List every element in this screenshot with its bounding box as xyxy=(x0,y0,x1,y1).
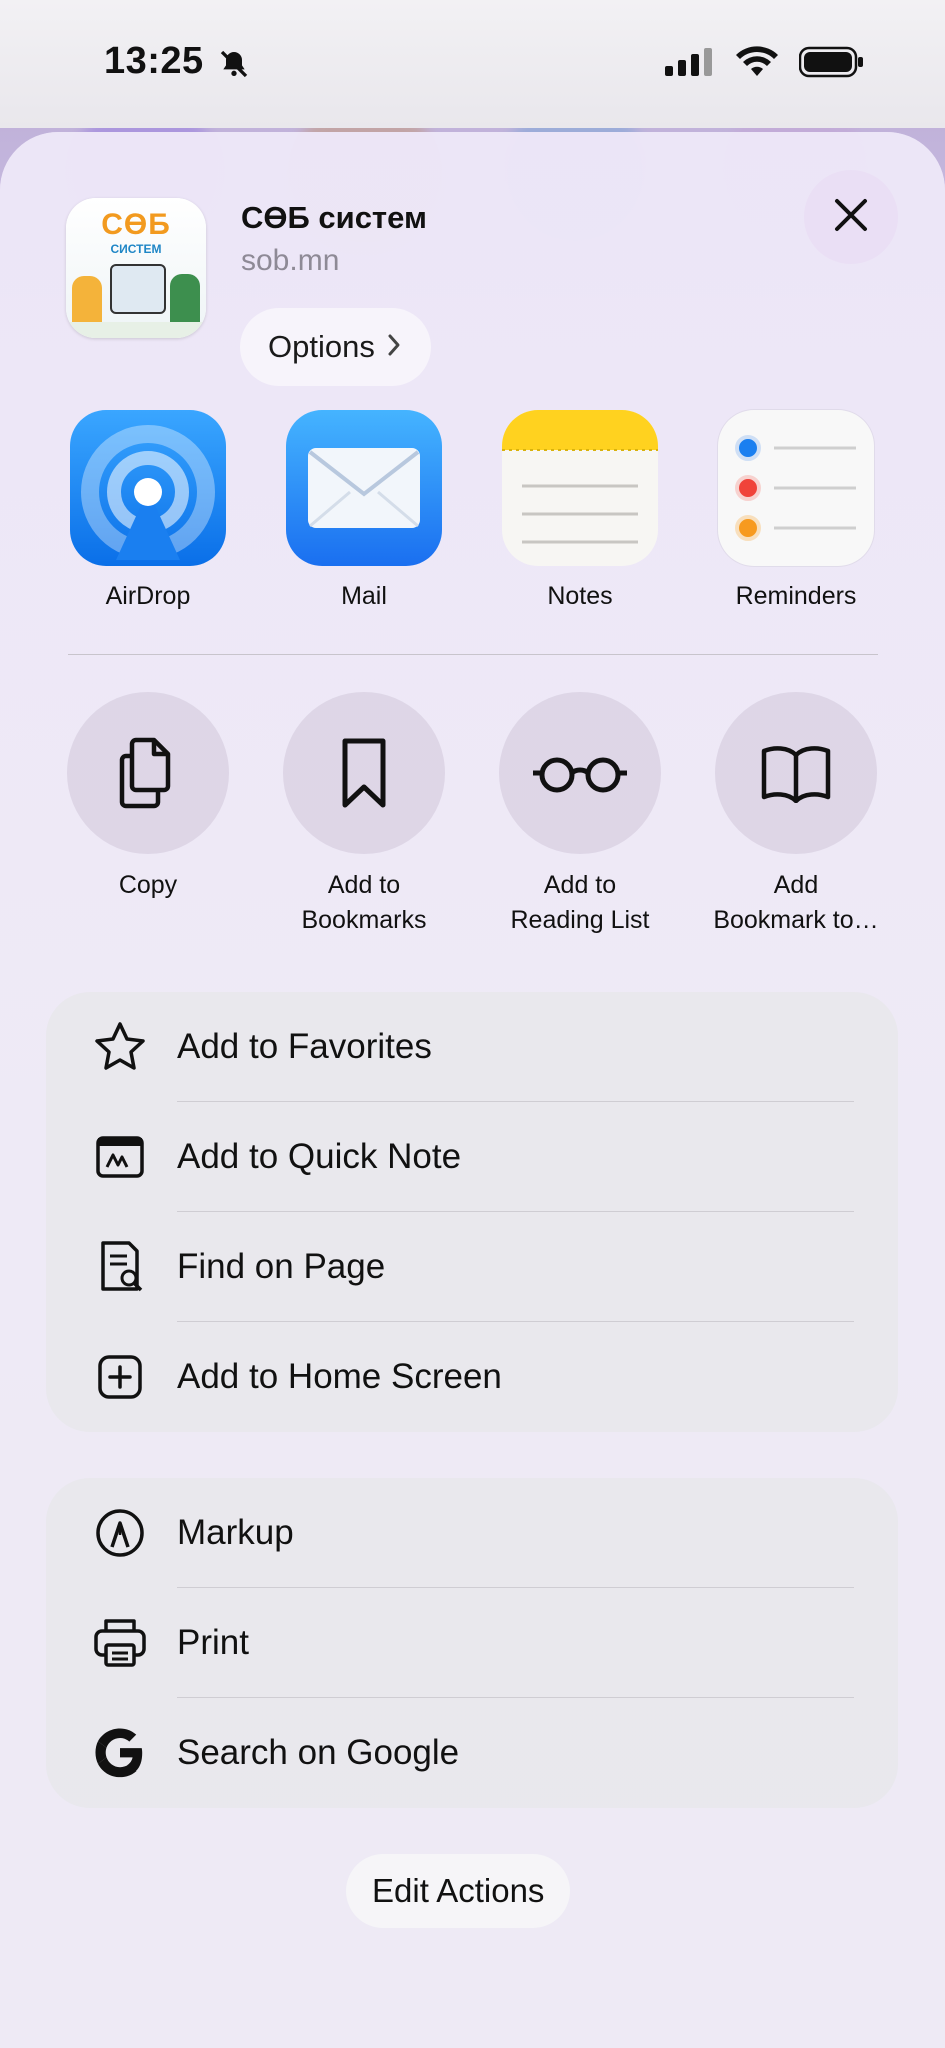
site-thumbnail: СӨБ СИСТЕМ xyxy=(66,198,206,338)
list-label-favorites: Add to Favorites xyxy=(177,1027,432,1066)
section-divider xyxy=(68,654,878,655)
signal-icon xyxy=(665,48,715,81)
edit-actions-button[interactable]: Edit Actions xyxy=(346,1854,571,1928)
share-app-airdrop[interactable]: AirDrop xyxy=(68,410,228,611)
list-item-add-to-favorites[interactable]: Add to Favorites xyxy=(46,992,898,1102)
list-item-add-to-quick-note[interactable]: Add to Quick Note xyxy=(46,1102,898,1212)
list-label-google: Search on Google xyxy=(177,1733,460,1772)
share-app-notes[interactable]: Notes xyxy=(500,410,660,611)
star-icon xyxy=(92,1019,148,1075)
actions-list-secondary: Markup Print Search on Google xyxy=(46,1478,898,1808)
action-add-bookmark-to[interactable]: Add Bookmark to… xyxy=(696,692,896,938)
list-item-print[interactable]: Print xyxy=(46,1588,898,1698)
site-title: СӨБ систем xyxy=(241,200,427,235)
markup-icon xyxy=(92,1505,148,1561)
google-icon xyxy=(92,1725,148,1781)
app-label-airdrop: AirDrop xyxy=(105,582,191,610)
action-label-reading-list: Add to Reading List xyxy=(510,871,650,934)
airdrop-icon xyxy=(70,410,226,566)
app-label-mail: Mail xyxy=(341,582,387,610)
status-time: 13:25 xyxy=(104,40,204,82)
action-label-bookmark-to: Add Bookmark to… xyxy=(713,871,879,934)
share-sheet: СӨБ СИСТЕМ СӨБ систем sob.mn Options Air… xyxy=(0,132,945,2048)
status-bar: 13:25 xyxy=(0,0,945,128)
battery-icon xyxy=(798,46,865,83)
list-label-markup: Markup xyxy=(177,1513,294,1552)
quick-note-icon xyxy=(92,1129,148,1185)
book-icon xyxy=(715,692,877,854)
options-label: Options xyxy=(268,329,375,364)
find-on-page-icon xyxy=(92,1239,148,1295)
action-add-to-bookmarks[interactable]: Add to Bookmarks xyxy=(264,692,464,938)
list-item-add-to-home-screen[interactable]: Add to Home Screen xyxy=(46,1322,898,1432)
actions-list-primary: Add to Favorites Add to Quick Note Find … xyxy=(46,992,898,1432)
app-label-notes: Notes xyxy=(547,582,613,610)
list-item-find-on-page[interactable]: Find on Page xyxy=(46,1212,898,1322)
site-url: sob.mn xyxy=(241,244,340,277)
copy-icon xyxy=(67,692,229,854)
action-add-to-reading-list[interactable]: Add to Reading List xyxy=(480,692,680,938)
list-label-find-on-page: Find on Page xyxy=(177,1247,386,1286)
reminders-icon xyxy=(718,410,874,566)
mail-icon xyxy=(286,410,442,566)
thumbnail-logo: СӨБ xyxy=(101,208,171,241)
list-item-markup[interactable]: Markup xyxy=(46,1478,898,1588)
list-item-search-on-google[interactable]: Search on Google xyxy=(46,1698,898,1808)
close-button[interactable] xyxy=(804,170,898,264)
bookmark-icon xyxy=(283,692,445,854)
list-label-home-screen: Add to Home Screen xyxy=(177,1357,502,1396)
share-app-reminders[interactable]: Reminders xyxy=(716,410,876,611)
list-label-quick-note: Add to Quick Note xyxy=(177,1137,462,1176)
options-button[interactable]: Options xyxy=(240,308,431,386)
notes-icon xyxy=(502,410,658,566)
close-icon xyxy=(831,195,871,240)
action-label-bookmarks: Add to Bookmarks xyxy=(301,871,427,934)
list-label-print: Print xyxy=(177,1623,249,1662)
glasses-icon xyxy=(499,692,661,854)
wifi-icon xyxy=(735,46,779,83)
chevron-right-icon xyxy=(387,329,401,365)
action-label-copy: Copy xyxy=(118,871,178,899)
app-label-reminders: Reminders xyxy=(735,582,857,610)
action-copy[interactable]: Copy xyxy=(48,692,248,903)
share-app-mail[interactable]: Mail xyxy=(284,410,444,611)
add-square-icon xyxy=(92,1349,148,1405)
silent-bell-icon xyxy=(218,48,250,85)
printer-icon xyxy=(92,1615,148,1671)
